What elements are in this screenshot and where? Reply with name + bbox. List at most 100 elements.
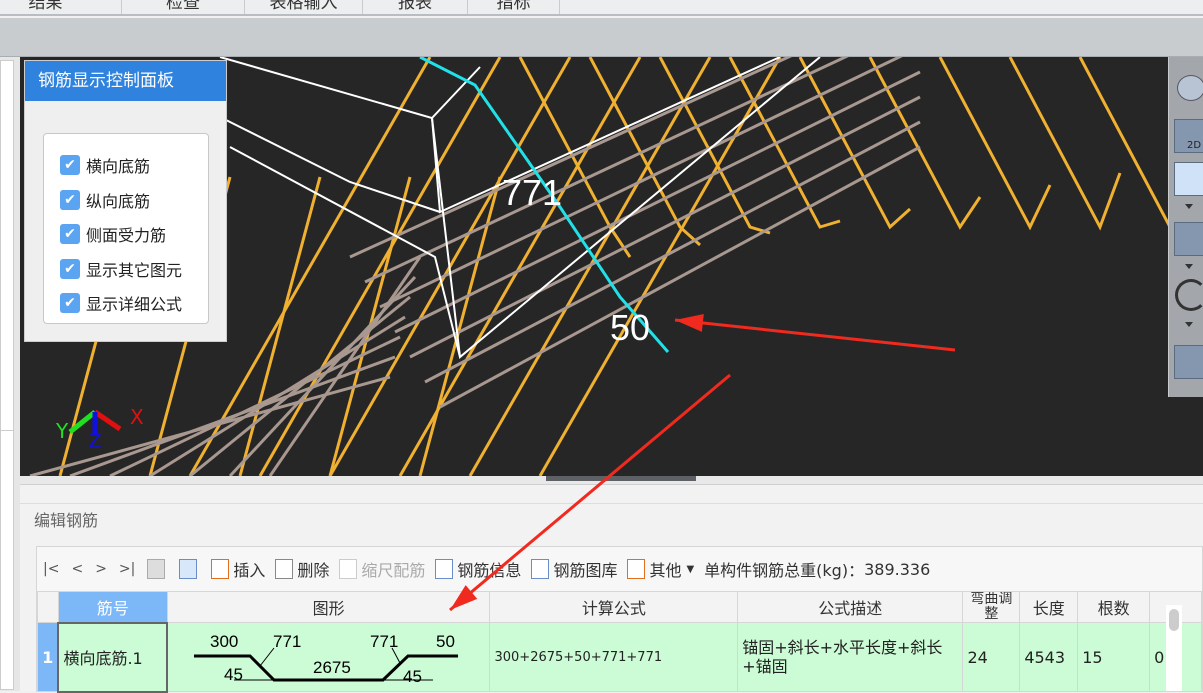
checkbox-checked-icon[interactable]: ✔ [60,189,80,210]
shape-left-anchor: 300 [210,632,238,651]
option-longitudinal-bottom[interactable]: ✔ 纵向底筋 [44,183,208,218]
left-panel-collapsed[interactable] [0,60,14,473]
cell-description[interactable]: 锚固+斜长+水平长度+斜长+锚固 [737,622,964,692]
end-length-label: 50 [610,307,651,348]
rebar-editor: |< < > >| 插入 删除 缩尺配筋 钢筋信息 钢筋图库 其他 ▼ 单构件钢筋… [36,546,1203,693]
checkbox-checked-icon[interactable]: ✔ [60,293,80,314]
footing-outline [219,116,441,213]
solid-view-icon[interactable] [1174,222,1203,256]
transverse-rebar [238,176,322,476]
arrow-down-icon [179,559,198,579]
option-transverse-bottom[interactable]: ✔ 横向底筋 [44,148,208,183]
ribbon [0,18,1203,57]
transverse-rebar [938,57,1052,231]
axis-z-label: Z [88,429,102,453]
delete-button[interactable]: 删除 [275,557,329,581]
options-box: ✔ 横向底筋 ✔ 纵向底筋 ✔ 侧面受力筋 ✔ 显示其它图元 ✔ 显示详细公式 [43,133,209,324]
last-button[interactable]: >| [119,561,135,577]
total-weight-value: 389.336 [864,559,931,579]
rebar-library-button[interactable]: 钢筋图库 [531,557,617,581]
rebar-info-button[interactable]: 钢筋信息 [435,557,521,581]
arrow-up-icon [147,559,166,579]
longitudinal-rebar [379,57,903,309]
cell-length[interactable]: 4543 [1019,622,1079,692]
option-label: 显示其它图元 [86,260,183,280]
info-label: 钢筋信息 [457,561,522,580]
next-button[interactable]: > [95,561,107,577]
menu-bar: 结果 检查 表格输入 报表 指标 [0,0,1203,16]
left-panel-lower[interactable] [0,430,14,690]
row-index[interactable]: 1 [37,622,59,692]
prev-button[interactable]: < [71,561,83,577]
delete-label: 删除 [297,561,330,580]
panel-title: 钢筋显示控制面板 [25,61,226,101]
col-header-shape[interactable]: 图形 [166,591,491,623]
col-header-bend-adjust[interactable]: 弯曲调整 [962,591,1021,623]
menu-item-check[interactable]: 检查 [122,0,245,14]
option-label: 纵向底筋 [86,191,151,211]
axis-y-label: Y [56,419,69,443]
vertical-scrollbar[interactable] [1166,605,1182,691]
wireframe-view-icon[interactable] [1174,162,1203,196]
dropdown-arrow-icon[interactable] [1185,264,1193,269]
left-pane [0,57,20,691]
cell-formula[interactable]: 300+2675+50+771+771 [489,622,739,692]
col-header-description[interactable]: 公式描述 [737,591,964,623]
move-down-button[interactable] [179,559,201,579]
first-button[interactable]: |< [43,561,59,577]
move-up-button[interactable] [147,559,169,579]
other-label: 其他 [649,561,682,580]
delete-icon [275,559,294,579]
option-show-formula[interactable]: ✔ 显示详细公式 [44,286,208,321]
longitudinal-rebar [424,120,921,384]
col-header-bar-no[interactable]: 筋号 [57,591,168,623]
col-header-length[interactable]: 长度 [1019,591,1079,623]
checkbox-checked-icon[interactable]: ✔ [60,224,80,245]
option-show-other[interactable]: ✔ 显示其它图元 [44,252,208,287]
divider [20,503,1203,504]
checkbox-checked-icon[interactable]: ✔ [60,258,80,279]
insert-button[interactable]: 插入 [211,557,265,581]
scale-icon [339,559,358,579]
menu-item-report[interactable]: 报表 [363,0,468,14]
library-label: 钢筋图库 [553,561,618,580]
shape-bottom-length: 2675 [313,658,351,677]
cell-shape[interactable]: 300 771 771 50 45 2675 45 [166,622,491,692]
orbit-globe-icon[interactable] [1177,75,1203,101]
table-row[interactable]: 1 横向底筋.1 300 771 771 50 45 2675 45 300+2… [37,621,1202,693]
cell-bend-adjust[interactable]: 24 [962,622,1021,692]
edit-rebar-pane: 编辑钢筋 |< < > >| 插入 删除 缩尺配筋 钢筋信息 钢筋图库 其他 ▼ … [20,484,1203,693]
total-weight: 单构件钢筋总重(kg)： 389.336 [704,557,930,581]
dropdown-arrow-icon[interactable] [1185,322,1193,327]
rebar-table: 筋号 图形 计算公式 公式描述 弯曲调整 长度 根数 1 横向底筋.1 300 … [37,591,1202,693]
menu-item-results[interactable]: 结果 [0,0,122,14]
gear-document-icon [627,559,646,579]
col-header-formula[interactable]: 计算公式 [489,591,739,623]
rebar-toolbar: |< < > >| 插入 删除 缩尺配筋 钢筋信息 钢筋图库 其他 ▼ 单构件钢筋… [37,547,1203,591]
scale-label: 缩尺配筋 [361,561,426,580]
dropdown-arrow-icon[interactable] [1185,204,1193,209]
2d-view-button[interactable]: 2D [1174,119,1203,153]
scale-rebar-button[interactable]: 缩尺配筋 [339,557,425,581]
cell-count[interactable]: 15 [1077,622,1151,692]
cell-bar-no[interactable]: 横向底筋.1 [57,621,169,693]
option-side-bars[interactable]: ✔ 侧面受力筋 [44,217,208,252]
menu-item-table-input[interactable]: 表格输入 [245,0,363,14]
longitudinal-rebar [268,256,422,476]
rotate-icon[interactable] [1175,279,1203,311]
chevron-down-icon: ▼ [686,563,695,575]
option-label: 横向底筋 [86,157,151,177]
splitter-grip[interactable] [546,476,696,481]
view-toolbar: 2D [1168,57,1203,397]
splitter[interactable] [20,476,1203,484]
shape-right-slope: 771 [370,632,398,651]
transverse-rebar [728,57,841,229]
menu-item-indicators[interactable]: 指标 [468,0,560,14]
checklist-icon[interactable] [1174,345,1203,379]
edit-pane-title: 编辑钢筋 [34,511,99,530]
scrollbar-thumb[interactable] [1169,609,1179,631]
col-header-count[interactable]: 根数 [1077,591,1151,623]
shape-left-angle: 45 [224,665,243,684]
checkbox-checked-icon[interactable]: ✔ [60,155,80,176]
other-dropdown[interactable]: 其他 ▼ [627,557,694,581]
